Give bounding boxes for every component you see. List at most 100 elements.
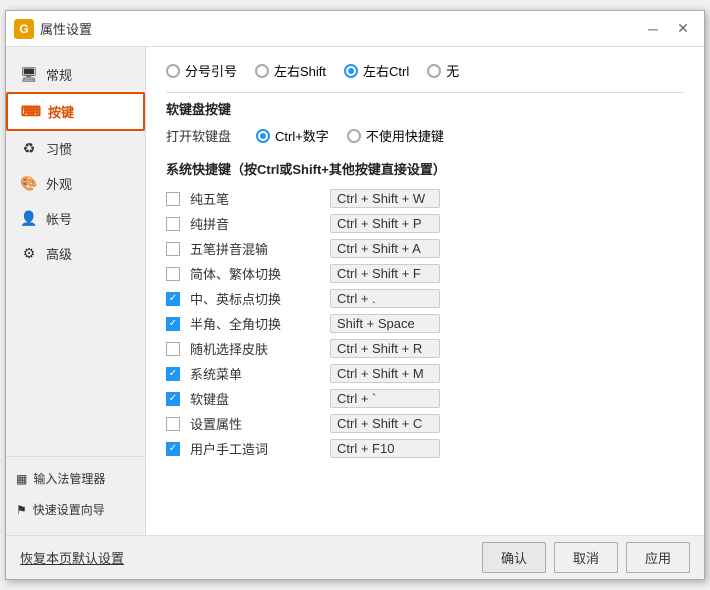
shortcut-item-random-skin: 随机选择皮肤 Ctrl + Shift + R [166, 336, 684, 361]
sidebar-item-ime-manager[interactable]: ▦ 输入法管理器 [6, 463, 145, 494]
shortcut-key-mixed[interactable]: Ctrl + Shift + A [330, 239, 440, 258]
monitor-icon: 🖥 [20, 66, 38, 84]
shortcut-item-pinyin: 纯拼音 Ctrl + Shift + P [166, 211, 684, 236]
checkbox-simplified[interactable] [166, 267, 180, 281]
shortcut-name-halfwidth: 半角、全角切换 [190, 314, 320, 333]
shortcut-key-cn-en[interactable]: Ctrl + . [330, 289, 440, 308]
close-button[interactable]: ✕ [670, 18, 696, 40]
radio-no-shortcut[interactable]: 不使用快捷键 [347, 126, 444, 145]
shortcut-item-wubi: 纯五笔 Ctrl + Shift + W [166, 186, 684, 211]
cancel-button[interactable]: 取消 [554, 542, 618, 573]
shortcut-name-pinyin: 纯拼音 [190, 214, 320, 233]
soft-keyboard-radio-group: Ctrl+数字 不使用快捷键 [256, 126, 444, 145]
radio-label-lr-ctrl: 左右Ctrl [363, 61, 409, 80]
shortcut-name-mixed: 五笔拼音混输 [190, 239, 320, 258]
footer-right: 确认 取消 应用 [482, 542, 690, 573]
sidebar-item-appearance[interactable]: 🎨 外观 [6, 166, 145, 201]
sidebar-label-advanced: 高级 [46, 244, 72, 263]
radio-label-lr-shift: 左右Shift [274, 61, 326, 80]
top-radio-group: 分号引号 左右Shift 左右Ctrl 无 [166, 61, 459, 80]
shortcut-key-halfwidth[interactable]: Shift + Space [330, 314, 440, 333]
sidebar-label-habits: 习惯 [46, 139, 72, 158]
checkbox-cn-en[interactable] [166, 292, 180, 306]
radio-ctrl-num[interactable]: Ctrl+数字 [256, 126, 329, 145]
confirm-button[interactable]: 确认 [482, 542, 546, 573]
appearance-icon: 🎨 [20, 175, 38, 193]
radio-lr-ctrl[interactable]: 左右Ctrl [344, 61, 409, 80]
soft-keyboard-row: 打开软键盘 Ctrl+数字 不使用快捷键 [166, 126, 684, 145]
sidebar-item-habits[interactable]: ♻ 习惯 [6, 131, 145, 166]
sidebar-item-advanced[interactable]: ⚙ 高级 [6, 236, 145, 271]
radio-circle-ctrl-num [256, 129, 270, 143]
checkbox-mixed[interactable] [166, 242, 180, 256]
checkbox-properties[interactable] [166, 417, 180, 431]
sidebar-bottom: ▦ 输入法管理器 ⚑ 快速设置向导 [6, 456, 145, 525]
apply-button[interactable]: 应用 [626, 542, 690, 573]
quick-setup-icon: ⚑ [16, 503, 27, 517]
shortcut-name-random-skin: 随机选择皮肤 [190, 339, 320, 358]
titlebar-controls: ─ ✕ [640, 18, 696, 40]
shortcut-key-user-words[interactable]: Ctrl + F10 [330, 439, 440, 458]
radio-label-semicolon: 分号引号 [185, 61, 237, 80]
checkbox-wubi[interactable] [166, 192, 180, 206]
keyboard-icon: ⌨ [22, 103, 40, 121]
radio-semicolon[interactable]: 分号引号 [166, 61, 237, 80]
shortcut-item-simplified: 简体、繁体切换 Ctrl + Shift + F [166, 261, 684, 286]
sidebar-item-account[interactable]: 👤 帐号 [6, 201, 145, 236]
shortcut-name-cn-en: 中、英标点切换 [190, 289, 320, 308]
advanced-icon: ⚙ [20, 245, 38, 263]
shortcut-key-random-skin[interactable]: Ctrl + Shift + R [330, 339, 440, 358]
sidebar-label-keys: 按键 [48, 102, 74, 121]
minimize-button[interactable]: ─ [640, 18, 666, 40]
shortcut-key-wubi[interactable]: Ctrl + Shift + W [330, 189, 440, 208]
shortcut-key-properties[interactable]: Ctrl + Shift + C [330, 414, 440, 433]
ime-manager-icon: ▦ [16, 472, 27, 486]
radio-circle-no-shortcut [347, 129, 361, 143]
sidebar-item-keys[interactable]: ⌨ 按键 [6, 92, 145, 131]
shortcut-key-pinyin[interactable]: Ctrl + Shift + P [330, 214, 440, 233]
shortcut-key-simplified[interactable]: Ctrl + Shift + F [330, 264, 440, 283]
checkbox-halfwidth[interactable] [166, 317, 180, 331]
sidebar-label-general: 常规 [46, 65, 72, 84]
checkbox-keyboard[interactable] [166, 392, 180, 406]
shortcut-key-sys-menu[interactable]: Ctrl + Shift + M [330, 364, 440, 383]
sidebar-item-general[interactable]: 🖥 常规 [6, 57, 145, 92]
shortcut-name-properties: 设置属性 [190, 414, 320, 433]
checkbox-user-words[interactable] [166, 442, 180, 456]
reset-button[interactable]: 恢复本页默认设置 [20, 548, 124, 567]
top-radio-section: 分号引号 左右Shift 左右Ctrl 无 [166, 61, 684, 80]
divider-1 [166, 92, 684, 93]
checkbox-random-skin[interactable] [166, 342, 180, 356]
shortcut-name-user-words: 用户手工造词 [190, 439, 320, 458]
shortcut-name-keyboard: 软键盘 [190, 389, 320, 408]
radio-none[interactable]: 无 [427, 61, 459, 80]
app-icon: G [14, 19, 34, 39]
shortcut-item-properties: 设置属性 Ctrl + Shift + C [166, 411, 684, 436]
sidebar-label-ime-manager: 输入法管理器 [33, 470, 105, 487]
sidebar-label-account: 帐号 [46, 209, 72, 228]
radio-circle-lr-ctrl [344, 64, 358, 78]
shortcuts-header: 系统快捷键（按Ctrl或Shift+其他按键直接设置） [166, 159, 684, 178]
account-icon: 👤 [20, 210, 38, 228]
sidebar-item-quick-setup[interactable]: ⚑ 快速设置向导 [6, 494, 145, 525]
soft-keyboard-label: 打开软键盘 [166, 126, 236, 145]
shortcut-name-wubi: 纯五笔 [190, 189, 320, 208]
sidebar-label-quick-setup: 快速设置向导 [33, 501, 105, 518]
habits-icon: ♻ [20, 140, 38, 158]
radio-lr-shift[interactable]: 左右Shift [255, 61, 326, 80]
radio-circle-lr-shift [255, 64, 269, 78]
shortcut-key-keyboard[interactable]: Ctrl + ` [330, 389, 440, 408]
sidebar-label-appearance: 外观 [46, 174, 72, 193]
shortcut-item-keyboard: 软键盘 Ctrl + ` [166, 386, 684, 411]
footer: 恢复本页默认设置 确认 取消 应用 [6, 535, 704, 579]
shortcut-item-user-words: 用户手工造词 Ctrl + F10 [166, 436, 684, 461]
titlebar-left: G 属性设置 [14, 19, 92, 39]
shortcut-item-sys-menu: 系统菜单 Ctrl + Shift + M [166, 361, 684, 386]
soft-keyboard-section: 软键盘按键 打开软键盘 Ctrl+数字 不使用快捷键 [166, 99, 684, 145]
radio-circle-none [427, 64, 441, 78]
window-title: 属性设置 [40, 19, 92, 38]
main-window: G 属性设置 ─ ✕ 🖥 常规 ⌨ 按键 ♻ 习惯 🎨 外观 [5, 10, 705, 580]
checkbox-sys-menu[interactable] [166, 367, 180, 381]
checkbox-pinyin[interactable] [166, 217, 180, 231]
shortcut-name-simplified: 简体、繁体切换 [190, 264, 320, 283]
